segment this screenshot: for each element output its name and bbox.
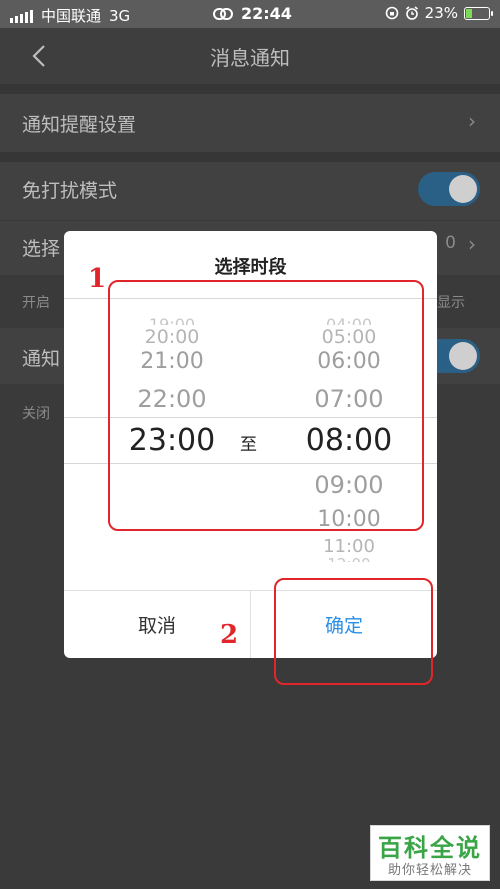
nav-bar: 消息通知 <box>0 28 500 84</box>
picker-item: 11:00 <box>323 536 375 557</box>
hint-text: 关闭 <box>22 406 50 422</box>
row-label: 通知 <box>22 348 61 370</box>
annotation-label-1: 1 <box>88 264 107 294</box>
watermark-title: 百科全说 <box>378 834 482 862</box>
row-label: 选择 <box>22 238 61 260</box>
clock-time: 22:44 <box>241 4 292 23</box>
section-divider <box>0 152 500 162</box>
row-dnd-mode: 免打扰模式 <box>0 162 500 220</box>
chevron-right-icon: › <box>468 232 476 256</box>
status-bar: 中国联通 3G 22:44 23% <box>0 0 500 28</box>
row-value: 0 <box>445 233 456 253</box>
dnd-toggle[interactable] <box>418 172 480 206</box>
row-label: 通知提醒设置 <box>22 114 137 136</box>
row-label: 免打扰模式 <box>22 180 118 202</box>
carrier-name: 中国联通 <box>41 7 102 25</box>
annotation-box-picker <box>108 280 424 531</box>
signal-icon <box>10 9 33 23</box>
battery-icon <box>464 6 493 20</box>
section-divider <box>0 84 500 94</box>
hint-text-right: 显示 <box>437 295 465 311</box>
watermark-subtitle: 助你轻松解决 <box>387 863 472 878</box>
annotation-label-2: 2 <box>220 620 239 650</box>
hint-text: 开启 <box>22 295 50 311</box>
chevron-right-icon: › <box>468 109 476 133</box>
orientation-lock-icon <box>385 6 398 20</box>
battery-percent: 23% <box>424 4 458 22</box>
row-reminder-settings[interactable]: 通知提醒设置 › <box>0 94 500 152</box>
annotation-box-confirm <box>274 578 433 685</box>
alarm-icon <box>405 6 418 20</box>
page-title: 消息通知 <box>210 46 290 70</box>
picker-item-faded: 12:00 <box>274 555 424 562</box>
network-type: 3G <box>109 6 131 25</box>
watermark-logo: 百科全说 助你轻松解决 <box>370 825 490 881</box>
link-icon <box>213 7 233 20</box>
